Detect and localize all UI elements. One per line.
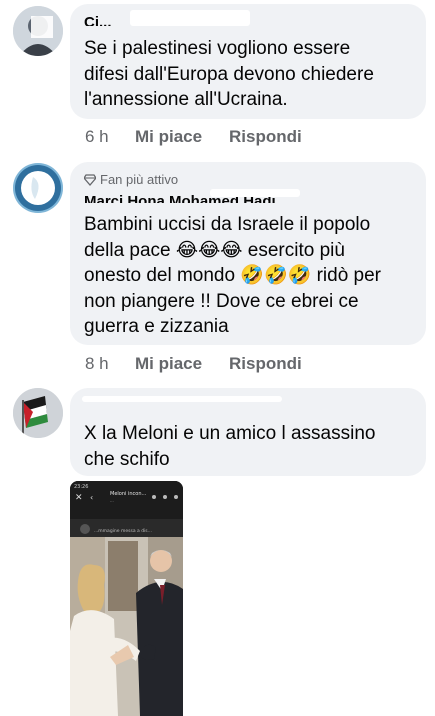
comment-timestamp[interactable]: 8 h xyxy=(85,354,109,374)
comment-attachment-image[interactable]: 23:26 ✕ ‹ Meloni incon... ... ...mmagine… xyxy=(70,481,183,716)
commenter-avatar[interactable] xyxy=(13,6,63,56)
comment-bubble: Ci... Se i palestinesi vogliono essere d… xyxy=(70,4,426,119)
like-button[interactable]: Mi piace xyxy=(135,354,202,374)
reply-button[interactable]: Rispondi xyxy=(229,127,302,147)
svg-text:✕: ✕ xyxy=(75,493,83,503)
comment-author[interactable]: ... xyxy=(84,401,97,409)
svg-text:23:26: 23:26 xyxy=(74,484,88,490)
comment-text: Bambini uccisi da Israele il popolo dell… xyxy=(84,214,382,337)
commenter-avatar[interactable] xyxy=(13,163,63,213)
reply-button[interactable]: Rispondi xyxy=(229,354,302,374)
comment-text: Se i palestinesi vogliono essere difesi … xyxy=(84,38,374,110)
comment-text: X la Meloni e un amico l assassino che s… xyxy=(84,423,376,470)
diamond-icon xyxy=(84,173,96,186)
attachment-subtitle: ... xyxy=(110,498,114,503)
like-button[interactable]: Mi piace xyxy=(135,127,202,147)
comment-timestamp[interactable]: 6 h xyxy=(85,127,109,147)
attachment-title: Meloni incon... xyxy=(110,491,147,497)
top-fan-badge: Fan più attivo xyxy=(84,172,178,187)
commenter-avatar[interactable] xyxy=(13,388,63,438)
comment-author[interactable]: Ci... xyxy=(84,14,112,26)
comment-bubble: Fan più attivo Marci Hona Mohamed Hadi B… xyxy=(70,162,426,345)
attachment-caption: ...mmagine messa a dis... xyxy=(94,528,152,534)
comment-bubble: ... X la Meloni e un amico l assassino c… xyxy=(70,388,426,476)
svg-text:‹: ‹ xyxy=(90,493,93,502)
